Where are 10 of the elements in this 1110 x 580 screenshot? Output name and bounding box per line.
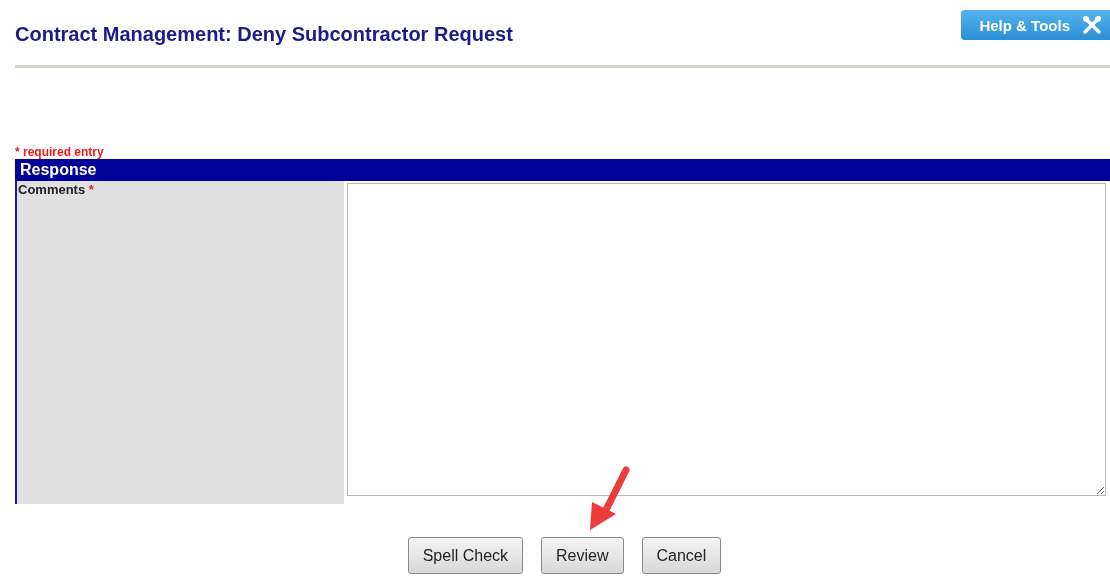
required-entry-note: * required entry — [15, 147, 105, 158]
required-mark: * — [88, 182, 94, 197]
page-title: Contract Management: Deny Subcontractor Request — [15, 23, 513, 46]
spell-check-button[interactable]: Spell Check — [407, 537, 524, 574]
comments-field[interactable] — [347, 183, 1106, 496]
field-label: Comments — [18, 182, 86, 197]
section-header: Response — [15, 159, 1110, 181]
tools-icon — [1082, 15, 1102, 35]
review-button[interactable]: Review — [541, 537, 624, 574]
cancel-button[interactable]: Cancel — [641, 537, 722, 574]
